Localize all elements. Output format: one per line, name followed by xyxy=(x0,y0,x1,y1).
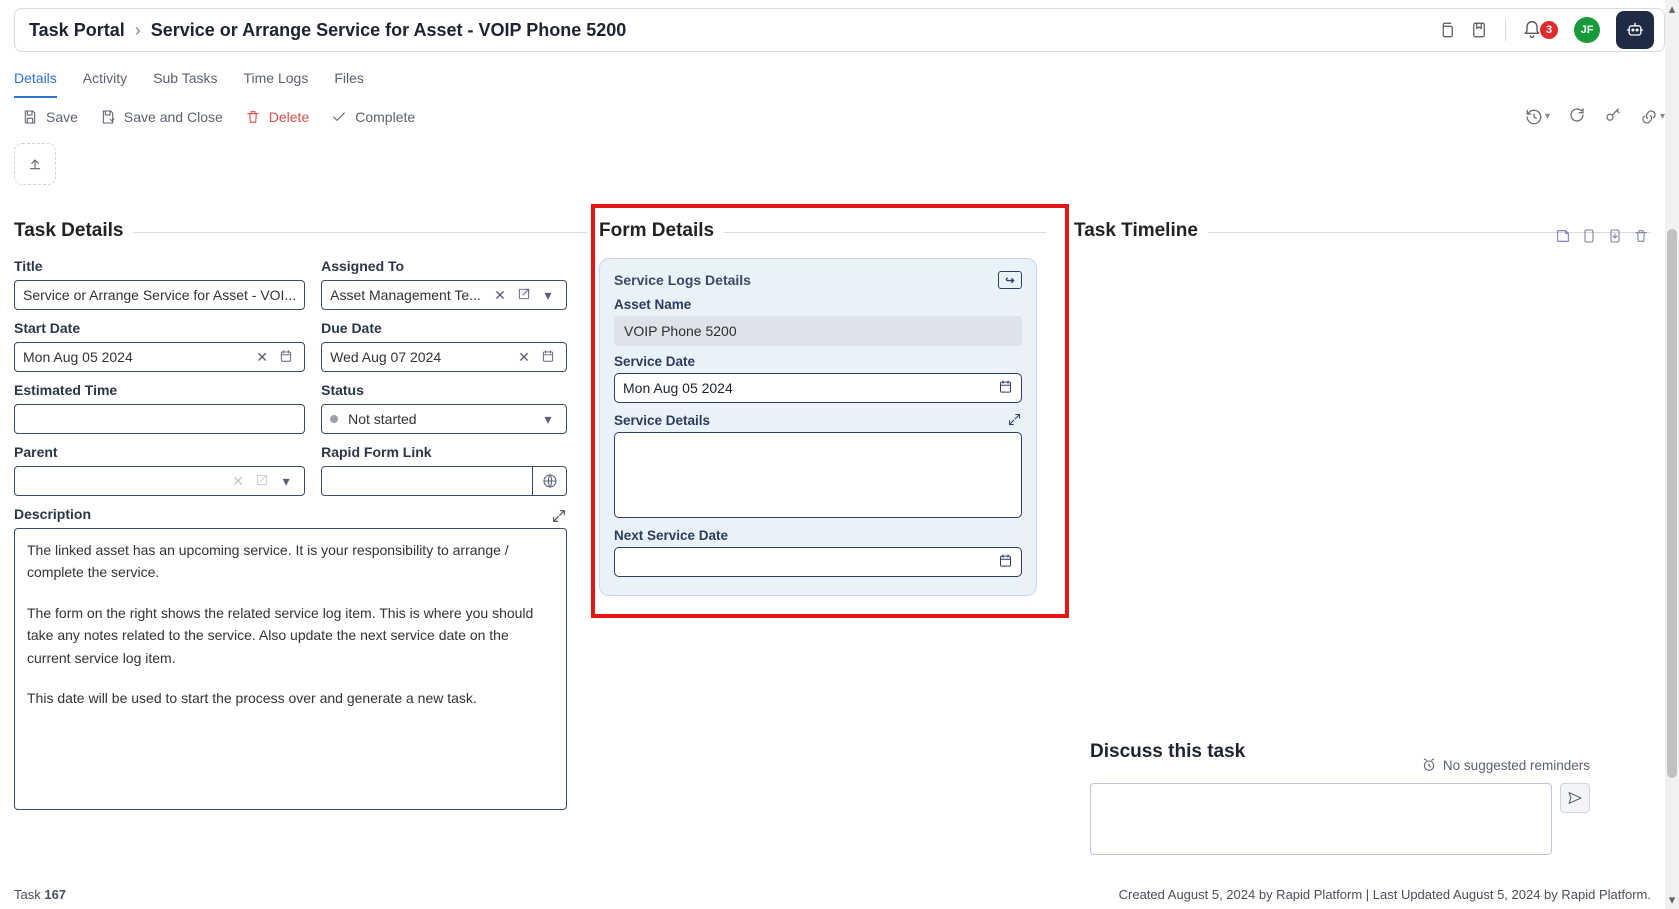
clear-icon[interactable]: ✕ xyxy=(228,473,248,490)
tabbar: Details Activity Sub Tasks Time Logs Fil… xyxy=(0,52,1679,98)
service-date-label: Service Date xyxy=(614,354,1022,369)
calendar-icon[interactable] xyxy=(998,379,1013,397)
service-details-label: Service Details xyxy=(614,413,710,428)
save-close-label: Save and Close xyxy=(124,109,223,125)
action-toolbar: Save Save and Close Delete Complete ▾ xyxy=(0,98,1679,127)
save-label: Save xyxy=(46,109,78,125)
chevron-down-icon: ▾ xyxy=(1545,111,1550,122)
reminders-hint[interactable]: No suggested reminders xyxy=(1421,757,1590,773)
service-log-card: Service Logs Details ↪ Asset Name VOIP P… xyxy=(599,258,1037,596)
tab-activity[interactable]: Activity xyxy=(83,58,127,98)
form-link-input[interactable] xyxy=(321,466,567,496)
chevron-down-icon[interactable]: ▾ xyxy=(276,473,296,490)
clear-icon[interactable]: ✕ xyxy=(514,349,534,366)
service-date-input[interactable]: Mon Aug 05 2024 xyxy=(614,373,1022,403)
tab-details[interactable]: Details xyxy=(14,58,57,98)
complete-button[interactable]: Complete xyxy=(331,109,415,125)
chevron-down-icon[interactable]: ▾ xyxy=(538,411,558,428)
key-button[interactable] xyxy=(1604,106,1622,127)
form-details-panel: Form Details Service Logs Details ↪ Asse… xyxy=(599,232,1074,810)
expand-icon[interactable] xyxy=(1007,412,1022,430)
task-timeline-panel: Task Timeline xyxy=(1074,232,1651,810)
refresh-button[interactable] xyxy=(1568,106,1586,127)
title-input[interactable]: Service or Arrange Service for Asset - V… xyxy=(14,280,305,310)
breadcrumb-root[interactable]: Task Portal xyxy=(29,20,125,41)
tab-files[interactable]: Files xyxy=(334,58,364,98)
bookmark-icon[interactable] xyxy=(1467,18,1491,42)
assigned-to-input[interactable]: Asset Management Te... ✕ ▾ xyxy=(321,280,567,310)
discuss-heading: Discuss this task xyxy=(1090,741,1245,763)
start-date-input[interactable]: Mon Aug 05 2024 ✕ xyxy=(14,342,305,372)
status-select[interactable]: Not started ▾ xyxy=(321,404,567,434)
open-link-icon[interactable] xyxy=(514,287,534,304)
description-textarea[interactable]: The linked asset has an upcoming service… xyxy=(14,528,567,810)
timeline-doc-icon[interactable] xyxy=(1579,226,1599,246)
description-label: Description xyxy=(14,506,91,522)
header-bar: Task Portal › Service or Arrange Service… xyxy=(14,8,1665,52)
footer: Task 167 Created August 5, 2024 by Rapid… xyxy=(14,887,1651,902)
asset-name-value: VOIP Phone 5200 xyxy=(614,316,1022,346)
discuss-section: Discuss this task No suggested reminders xyxy=(1090,741,1590,855)
timeline-note-icon[interactable] xyxy=(1553,226,1573,246)
link-button[interactable]: ▾ xyxy=(1640,108,1665,126)
breadcrumb: Task Portal › Service or Arrange Service… xyxy=(29,20,626,41)
page-title: Service or Arrange Service for Asset - V… xyxy=(151,20,627,41)
save-button[interactable]: Save xyxy=(22,109,78,125)
form-link-label: Rapid Form Link xyxy=(321,444,567,460)
send-button[interactable] xyxy=(1560,783,1590,813)
estimated-time-label: Estimated Time xyxy=(14,382,305,398)
breadcrumb-separator: › xyxy=(135,20,141,41)
timeline-trash-icon[interactable] xyxy=(1631,226,1651,246)
open-link-icon[interactable] xyxy=(252,473,272,490)
complete-label: Complete xyxy=(355,109,415,125)
avatar[interactable]: JF xyxy=(1574,17,1600,43)
scroll-up-icon[interactable]: ▴ xyxy=(1665,0,1679,18)
vertical-scrollbar[interactable]: ▴ ▾ xyxy=(1665,0,1679,909)
asset-name-label: Asset Name xyxy=(614,297,1022,312)
copy-icon[interactable] xyxy=(1435,18,1459,42)
assistant-button[interactable] xyxy=(1616,11,1654,49)
start-date-label: Start Date xyxy=(14,320,305,336)
estimated-time-input[interactable] xyxy=(14,404,305,434)
timeline-doc-arrow-icon[interactable] xyxy=(1605,226,1625,246)
delete-label: Delete xyxy=(269,109,309,125)
due-date-label: Due Date xyxy=(321,320,567,336)
chevron-down-icon[interactable]: ▾ xyxy=(538,287,558,304)
scroll-down-icon[interactable]: ▾ xyxy=(1665,891,1679,909)
tab-sub-tasks[interactable]: Sub Tasks xyxy=(153,58,217,98)
parent-input[interactable]: ✕ ▾ xyxy=(14,466,305,496)
title-label: Title xyxy=(14,258,305,274)
clear-icon[interactable]: ✕ xyxy=(490,287,510,304)
parent-label: Parent xyxy=(14,444,305,460)
calendar-icon[interactable] xyxy=(276,349,296,366)
task-timeline-heading: Task Timeline xyxy=(1074,220,1208,242)
save-close-button[interactable]: Save and Close xyxy=(100,109,223,125)
header-divider xyxy=(1505,19,1506,41)
notification-badge[interactable]: 3 xyxy=(1540,21,1558,39)
task-details-panel: Task Details Title Service or Arrange Se… xyxy=(14,232,599,810)
service-log-title: Service Logs Details xyxy=(614,272,751,288)
task-details-heading: Task Details xyxy=(14,220,133,242)
form-details-heading: Form Details xyxy=(599,220,724,242)
open-item-icon[interactable]: ↪ xyxy=(998,271,1022,289)
assigned-to-label: Assigned To xyxy=(321,258,567,274)
calendar-icon[interactable] xyxy=(538,349,558,366)
globe-icon[interactable] xyxy=(532,467,566,495)
next-service-date-input[interactable] xyxy=(614,547,1022,577)
task-id: Task 167 xyxy=(14,887,66,902)
discuss-textarea[interactable] xyxy=(1090,783,1552,855)
service-details-textarea[interactable] xyxy=(614,432,1022,518)
status-label: Status xyxy=(321,382,567,398)
calendar-icon[interactable] xyxy=(998,553,1013,571)
delete-button[interactable]: Delete xyxy=(245,109,309,125)
tab-time-logs[interactable]: Time Logs xyxy=(243,58,308,98)
upload-dropzone[interactable] xyxy=(14,143,56,185)
expand-icon[interactable] xyxy=(551,508,567,527)
next-service-date-label: Next Service Date xyxy=(614,528,1022,543)
status-dot-icon xyxy=(330,415,338,423)
due-date-input[interactable]: Wed Aug 07 2024 ✕ xyxy=(321,342,567,372)
clear-icon[interactable]: ✕ xyxy=(252,349,272,366)
history-button[interactable]: ▾ xyxy=(1525,108,1550,126)
footer-meta: Created August 5, 2024 by Rapid Platform… xyxy=(1119,887,1651,902)
